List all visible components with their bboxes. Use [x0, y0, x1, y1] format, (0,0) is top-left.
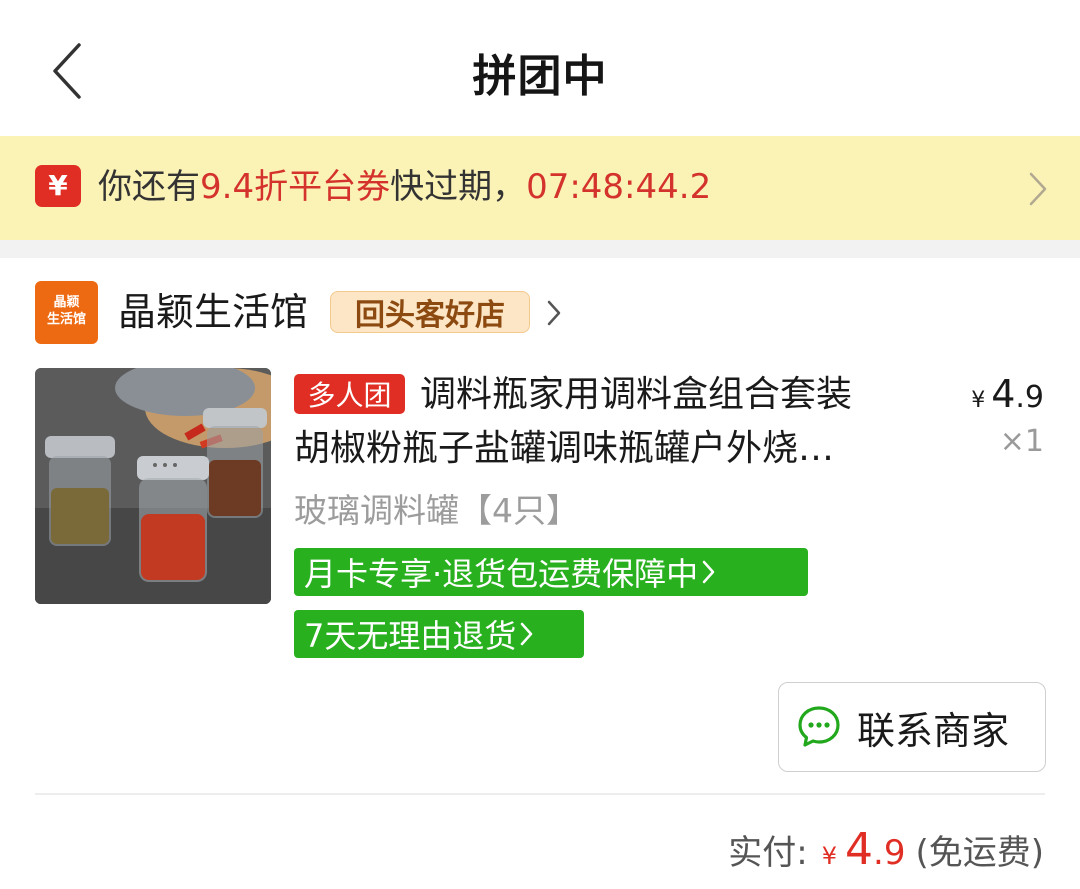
spice-jars-illustration: [35, 368, 271, 604]
service-tag-7day-return[interactable]: 7天无理由退货: [294, 610, 584, 658]
service-tag-return-shipping[interactable]: 月卡专享·退货包运费保障中: [294, 548, 808, 596]
coupon-highlight: 9.4折平台券: [200, 167, 391, 207]
contact-merchant-label: 联系商家: [857, 708, 1010, 753]
shop-logo-line1: 晶颖: [53, 295, 80, 310]
price-integer: 4: [991, 372, 1016, 416]
product-price: ¥4.9: [971, 372, 1044, 416]
shop-header[interactable]: 晶颖 生活馆 晶颖生活馆 回头客好店: [0, 258, 1080, 368]
chat-bubble-icon: [798, 706, 840, 747]
shipping-note: (免运费): [915, 833, 1044, 873]
price-currency: ¥: [971, 388, 986, 413]
chevron-right-icon: [702, 560, 715, 584]
shop-logo: 晶颖 生活馆: [35, 281, 98, 344]
product-quantity: ×1: [999, 424, 1044, 459]
total-amount: ¥4.9: [822, 824, 906, 875]
coupon-icon: ¥: [35, 165, 81, 207]
coupon-text-prefix: 你还有: [98, 167, 200, 207]
coupon-message: 你还有9.4折平台券快过期，07:48:44.2: [98, 164, 711, 210]
coupon-countdown: 07:48:44.2: [526, 167, 712, 207]
chevron-right-icon: [521, 622, 533, 646]
order-total: 实付: ¥4.9 (免运费): [728, 824, 1044, 875]
shop-badge: 回头客好店: [330, 291, 530, 333]
group-buy-tag: 多人团: [294, 374, 405, 414]
coupon-text-suffix: 快过期，: [390, 167, 527, 207]
chevron-right-icon: [547, 300, 561, 326]
section-separator: [0, 240, 1080, 258]
chevron-right-icon: [1029, 172, 1047, 206]
shop-logo-line2: 生活馆: [46, 312, 86, 327]
price-decimal: .9: [1015, 380, 1044, 415]
top-nav-bar: 拼团中: [0, 0, 1080, 136]
total-integer: 4: [845, 824, 874, 875]
page-title: 拼团中: [472, 51, 608, 102]
contact-merchant-button[interactable]: 联系商家: [778, 682, 1046, 772]
product-spec: 玻璃调料罐【4只】: [294, 491, 579, 530]
total-label: 实付:: [728, 833, 808, 873]
product-image[interactable]: [35, 368, 271, 604]
service-tag-label: 7天无理由退货: [304, 617, 517, 655]
total-decimal: .9: [873, 833, 906, 873]
shop-name[interactable]: 晶颖生活馆: [118, 288, 308, 336]
divider: [35, 793, 1045, 795]
total-currency: ¥: [821, 842, 838, 870]
service-tag-label: 月卡专享·退货包运费保障中: [304, 555, 699, 593]
product-title-line2[interactable]: 胡椒粉瓶子盐罐调味瓶罐户外烧…: [294, 422, 906, 476]
